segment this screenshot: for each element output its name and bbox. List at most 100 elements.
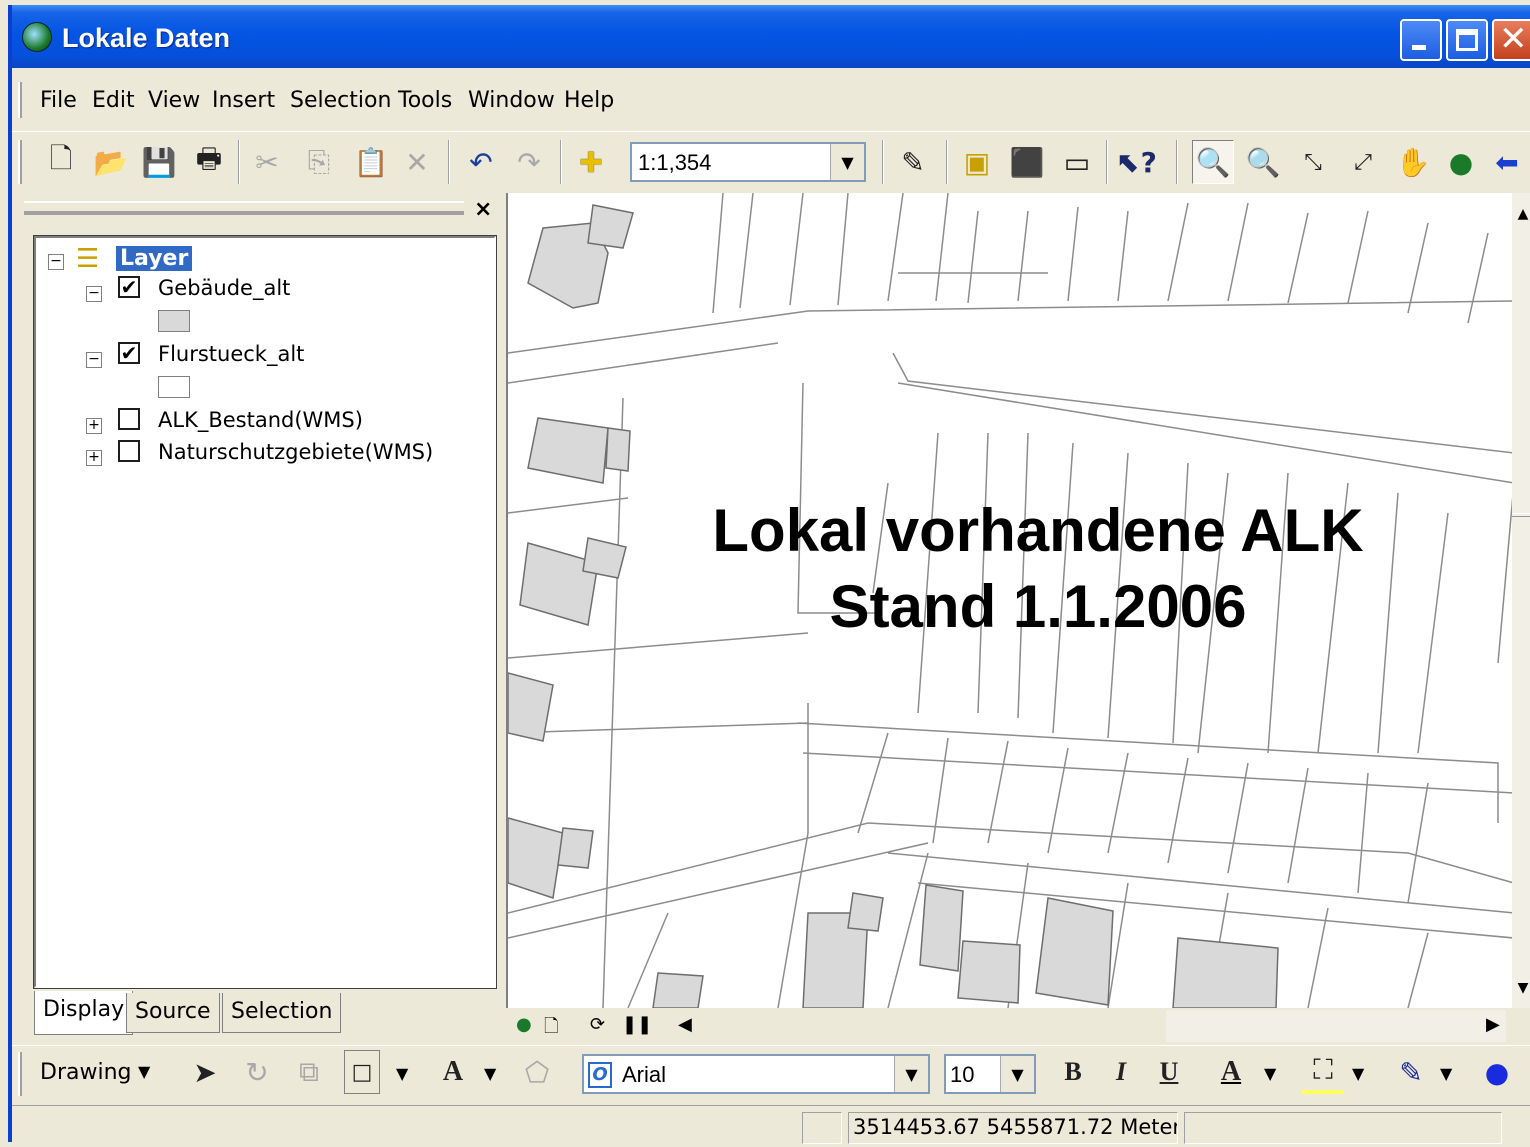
- undo-icon[interactable]: ↶: [460, 140, 502, 184]
- data-view-icon[interactable]: ●: [516, 1014, 532, 1035]
- map-scale-combobox[interactable]: 1:1,354 ▼: [630, 142, 866, 182]
- scroll-down-icon[interactable]: ▼: [1512, 973, 1530, 1003]
- toolbar-separator: [1176, 140, 1178, 184]
- bold-button[interactable]: B: [1052, 1050, 1094, 1094]
- chevron-down-icon[interactable]: ▼: [138, 1062, 150, 1081]
- zoom-whole-page-icon[interactable]: ⧉: [288, 1050, 330, 1094]
- collapse-icon[interactable]: −: [86, 286, 102, 302]
- layer-visibility-checkbox[interactable]: ✔: [118, 276, 140, 298]
- maximize-button[interactable]: [1446, 19, 1488, 61]
- menu-selection[interactable]: Selection: [290, 88, 391, 113]
- refresh-icon[interactable]: ⟳: [590, 1014, 605, 1035]
- scroll-right-icon[interactable]: ▶: [1486, 1014, 1500, 1035]
- arccatalog-icon[interactable]: ▣: [956, 140, 998, 184]
- add-data-icon[interactable]: ✚: [570, 140, 612, 184]
- menu-edit[interactable]: Edit: [92, 88, 135, 113]
- layout-view-icon[interactable]: 🗋: [544, 1014, 558, 1044]
- layer-symbol-swatch[interactable]: [158, 376, 190, 398]
- layer-name[interactable]: Flurstueck_alt: [158, 342, 304, 366]
- menu-help[interactable]: Help: [564, 88, 614, 113]
- collapse-icon[interactable]: −: [48, 254, 64, 270]
- toc-root-layer[interactable]: Layer: [116, 246, 193, 271]
- title-bar[interactable]: Lokale Daten ✕: [12, 5, 1530, 68]
- tab-source[interactable]: Source: [126, 993, 220, 1033]
- open-icon[interactable]: 📂: [90, 140, 132, 184]
- expand-icon[interactable]: +: [86, 450, 102, 466]
- rotate-icon[interactable]: ↻: [236, 1050, 278, 1094]
- fill-color-icon[interactable]: ⛶: [1302, 1050, 1344, 1094]
- whats-this-icon[interactable]: ⬉?: [1116, 140, 1158, 184]
- layer-visibility-checkbox[interactable]: [118, 408, 140, 430]
- redo-icon[interactable]: ↷: [508, 140, 550, 184]
- layer-symbol-swatch[interactable]: [158, 310, 190, 332]
- fixed-zoom-out-icon[interactable]: ⤢: [1342, 140, 1384, 184]
- cut-icon[interactable]: ✂: [246, 140, 288, 184]
- edit-vertices-icon[interactable]: ⬠: [516, 1050, 558, 1094]
- zoom-out-icon[interactable]: 🔍: [1242, 140, 1284, 184]
- map-horizontal-scrollbar[interactable]: [1166, 1010, 1506, 1042]
- chevron-down-icon[interactable]: ▼: [1440, 1064, 1452, 1083]
- pause-drawing-icon[interactable]: ❚❚: [622, 1014, 652, 1035]
- chevron-down-icon[interactable]: ▼: [1000, 1056, 1034, 1092]
- back-icon[interactable]: ⬅: [1486, 140, 1528, 184]
- scroll-up-icon[interactable]: ▲: [1512, 199, 1530, 229]
- save-icon[interactable]: 💾: [138, 140, 180, 184]
- layer-name[interactable]: ALK_Bestand(WMS): [158, 408, 363, 432]
- chevron-down-icon[interactable]: ▼: [396, 1064, 408, 1083]
- panel-close-icon[interactable]: ×: [474, 197, 492, 222]
- toolbar-grip[interactable]: [18, 1052, 22, 1096]
- toolbar-grip[interactable]: [18, 140, 22, 184]
- editor-icon[interactable]: ✎: [892, 140, 934, 184]
- italic-button[interactable]: I: [1100, 1050, 1142, 1094]
- new-icon[interactable]: 🗋: [40, 140, 82, 184]
- menu-tools[interactable]: Tools: [398, 88, 452, 113]
- zoom-in-icon[interactable]: 🔍: [1192, 140, 1234, 184]
- map-view[interactable]: Lokal vorhandene ALK Stand 1.1.2006: [506, 193, 1512, 1008]
- expand-icon[interactable]: +: [86, 418, 102, 434]
- command-window-icon[interactable]: ▭: [1056, 140, 1098, 184]
- chevron-down-icon[interactable]: ▼: [484, 1064, 496, 1083]
- paste-icon[interactable]: 📋: [350, 140, 392, 184]
- marker-color-icon[interactable]: ●: [1476, 1050, 1518, 1094]
- toolbar-grip[interactable]: [18, 82, 22, 118]
- full-extent-icon[interactable]: ●: [1440, 140, 1482, 184]
- new-text-icon[interactable]: A: [432, 1050, 474, 1094]
- drawing-menu-button[interactable]: Drawing: [40, 1060, 131, 1085]
- select-elements-icon[interactable]: ➤: [184, 1050, 226, 1094]
- tab-selection[interactable]: Selection: [222, 993, 342, 1033]
- menu-file[interactable]: File: [40, 88, 77, 113]
- menu-view[interactable]: View: [148, 88, 200, 113]
- scroll-thumb[interactable]: [1512, 513, 1530, 517]
- delete-icon[interactable]: ✕: [396, 140, 438, 184]
- copy-icon[interactable]: ⎘: [298, 140, 340, 184]
- chevron-down-icon[interactable]: ▼: [830, 144, 864, 180]
- collapse-icon[interactable]: −: [86, 352, 102, 368]
- layer-name[interactable]: Naturschutzgebiete(WMS): [158, 440, 433, 464]
- tab-display[interactable]: Display: [34, 991, 134, 1035]
- layer-name[interactable]: Gebäude_alt: [158, 276, 290, 300]
- print-icon[interactable]: 🖶: [188, 140, 230, 184]
- layer-tree: − ☰ Layer − ✔ Gebäude_alt − ✔ Flurstueck…: [33, 235, 497, 989]
- chevron-down-icon[interactable]: ▼: [894, 1056, 928, 1092]
- line-color-icon[interactable]: ✎: [1390, 1050, 1432, 1094]
- scroll-left-icon[interactable]: ◀: [678, 1014, 692, 1035]
- font-size-combobox[interactable]: 10 ▼: [944, 1054, 1036, 1094]
- layer-visibility-checkbox[interactable]: [118, 440, 140, 462]
- map-vertical-scrollbar[interactable]: ▲ ▼: [1512, 193, 1530, 1008]
- fixed-zoom-in-icon[interactable]: ⤡: [1292, 140, 1334, 184]
- chevron-down-icon[interactable]: ▼: [1264, 1064, 1276, 1083]
- underline-button[interactable]: U: [1148, 1050, 1190, 1094]
- close-button[interactable]: ✕: [1492, 19, 1530, 61]
- font-combobox[interactable]: O Arial ▼: [582, 1054, 930, 1094]
- menu-insert[interactable]: Insert: [212, 88, 275, 113]
- menu-window[interactable]: Window: [468, 88, 555, 113]
- pan-icon[interactable]: ✋: [1392, 140, 1434, 184]
- arctoolbox-icon[interactable]: ⬛: [1006, 140, 1048, 184]
- toolbar-separator: [238, 140, 240, 184]
- font-color-icon[interactable]: A: [1210, 1050, 1252, 1094]
- toolbar-separator: [946, 140, 948, 184]
- layer-visibility-checkbox[interactable]: ✔: [118, 342, 140, 364]
- minimize-button[interactable]: [1400, 19, 1442, 61]
- rectangle-icon[interactable]: □: [344, 1050, 380, 1094]
- chevron-down-icon[interactable]: ▼: [1352, 1064, 1364, 1083]
